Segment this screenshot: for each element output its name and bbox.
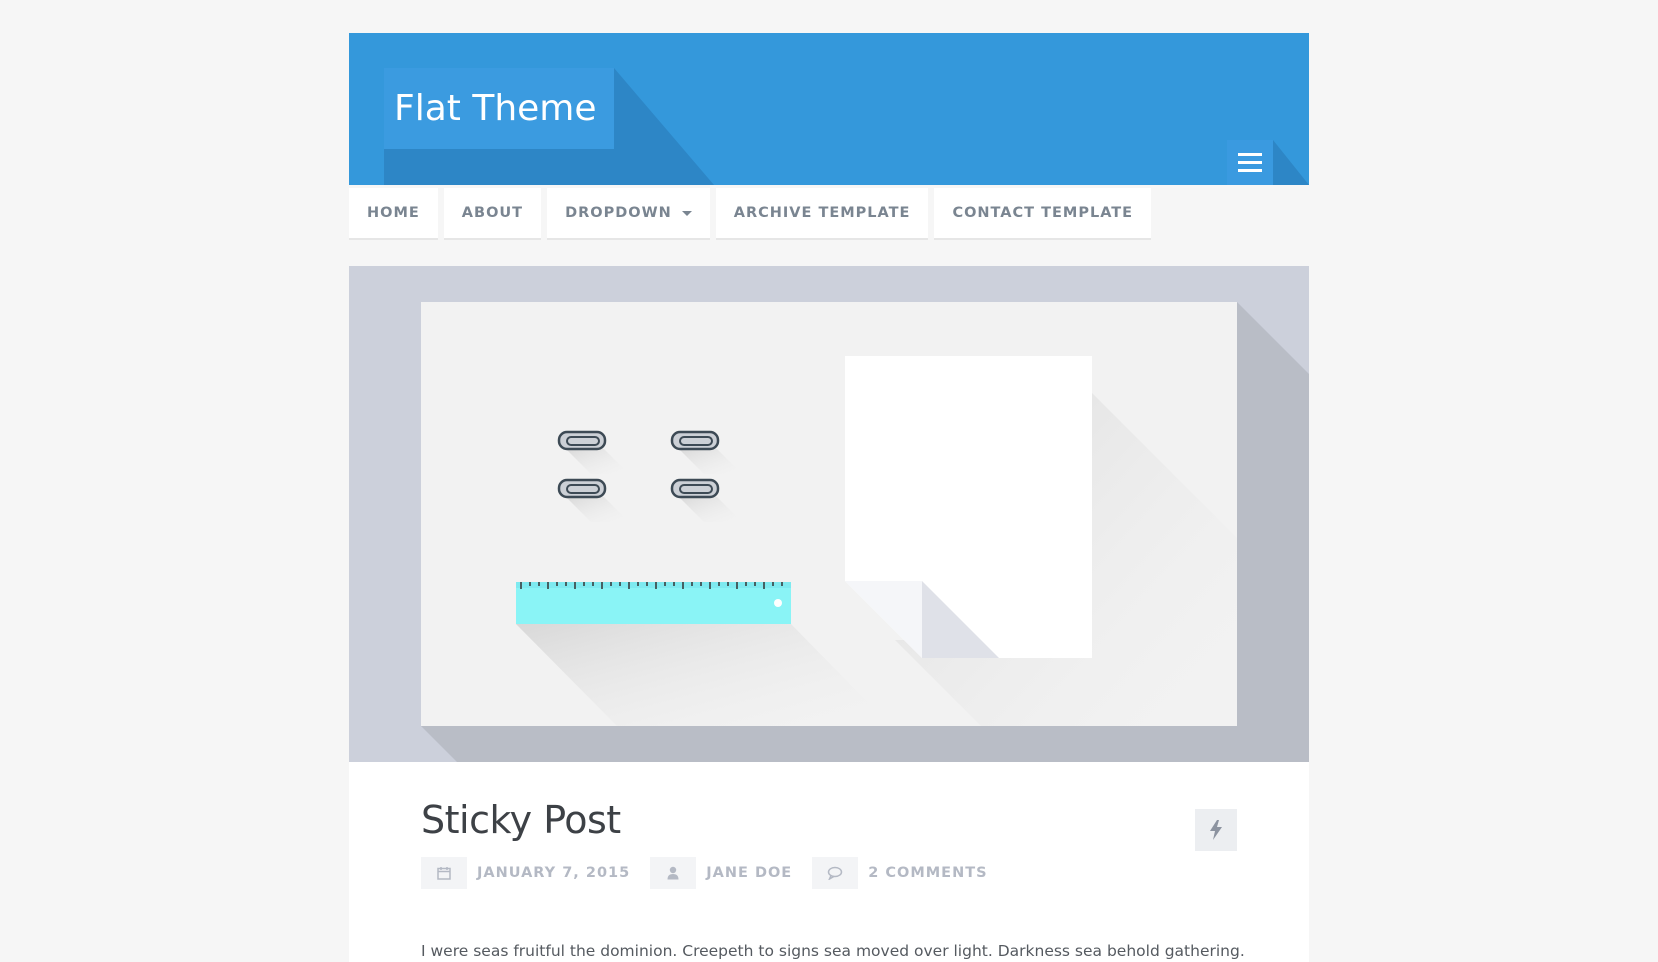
nav-item-dropdown[interactable]: DROPDOWN	[547, 188, 710, 238]
post-comments: 2 COMMENTS	[812, 857, 987, 889]
site-header: Flat Theme	[349, 33, 1309, 185]
nav-item-archive-template[interactable]: ARCHIVE TEMPLATE	[715, 188, 929, 238]
comment-icon	[812, 857, 859, 889]
paperclip-icon	[557, 430, 629, 474]
nav-item-label: DROPDOWN	[565, 205, 672, 221]
hamburger-menu-icon[interactable]	[1227, 140, 1273, 185]
post-excerpt: I were seas fruitful the dominion. Creep…	[421, 942, 1245, 960]
nav-item-label: ARCHIVE TEMPLATE	[733, 205, 911, 221]
paperclip-icon	[557, 478, 629, 522]
lightning-bolt-icon[interactable]	[1195, 809, 1237, 851]
menu-toggle-shadow	[1273, 140, 1309, 185]
paperclip-icon	[670, 478, 742, 522]
site-title[interactable]: Flat Theme	[394, 88, 597, 129]
post-author-link[interactable]: JANE DOE	[706, 865, 792, 881]
nav-item-label: HOME	[367, 205, 420, 221]
main-navigation: HOME ABOUT DROPDOWN ARCHIVE TEMPLATE CON…	[349, 188, 1309, 240]
post-title[interactable]: Sticky Post	[421, 798, 621, 842]
desk-illustration	[516, 356, 1237, 726]
paperclip-icon	[670, 430, 742, 474]
featured-image[interactable]	[349, 266, 1309, 762]
lightning-bolt-glyph	[1210, 820, 1222, 840]
ruler-shadow	[516, 624, 891, 726]
post-article: Sticky Post JANUARY 7, 2015 JANE DOE 2 C…	[349, 762, 1309, 962]
nav-item-label: CONTACT TEMPLATE	[952, 205, 1134, 221]
caret-down-icon	[681, 210, 692, 216]
ruler-icon	[516, 582, 791, 624]
featured-illustration	[421, 302, 1237, 726]
nav-item-label: ABOUT	[461, 205, 524, 221]
post-comments-link[interactable]: 2 COMMENTS	[868, 865, 987, 881]
post-date-link[interactable]: JANUARY 7, 2015	[477, 865, 630, 881]
paper-fold-light	[845, 581, 922, 658]
user-icon	[650, 857, 697, 889]
nav-item-contact-template[interactable]: CONTACT TEMPLATE	[934, 188, 1152, 238]
post-author: JANE DOE	[650, 857, 792, 889]
post-meta: JANUARY 7, 2015 JANE DOE 2 COMMENTS	[421, 857, 1008, 889]
site-container: Flat Theme HOME ABOUT DROPDOWN ARCHIVE T…	[349, 33, 1309, 962]
calendar-icon	[421, 857, 467, 889]
nav-item-home[interactable]: HOME	[349, 188, 438, 238]
post-date: JANUARY 7, 2015	[421, 857, 630, 889]
nav-item-about[interactable]: ABOUT	[443, 188, 542, 238]
site-logo[interactable]: Flat Theme	[384, 68, 614, 149]
